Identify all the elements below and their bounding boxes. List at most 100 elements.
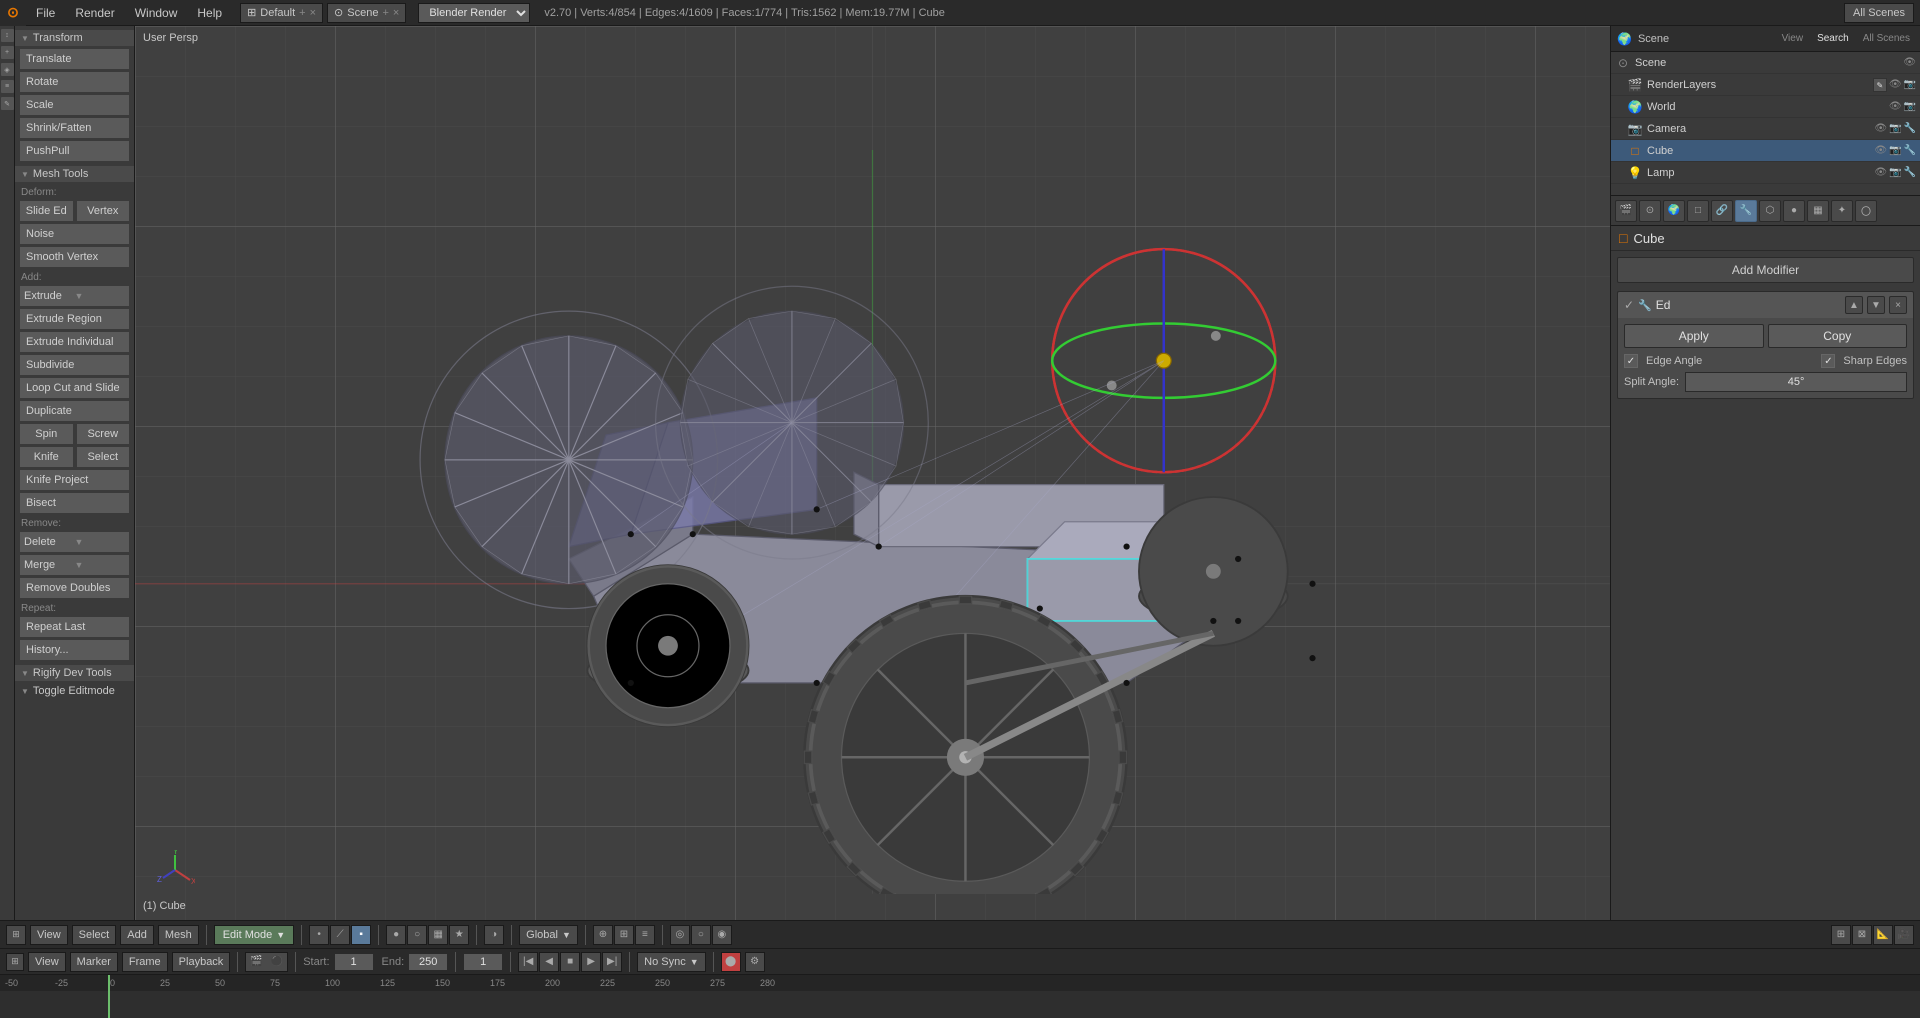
prop-data-icon[interactable]: ⬡ [1759,200,1781,222]
modifier-up-button[interactable]: ▲ [1845,296,1863,314]
remove-doubles-button[interactable]: Remove Doubles [19,577,130,599]
select-button[interactable]: Select [76,446,131,468]
prop-physics-icon[interactable]: 〇 [1855,200,1877,222]
translate-button[interactable]: Translate [19,48,130,70]
snap-type-btn[interactable]: ⊞ [614,925,634,945]
end-frame-input[interactable] [408,953,448,971]
outliner-world-row[interactable]: 🌍 World 👁 📷 [1611,96,1920,118]
layout-add[interactable]: + [299,7,305,19]
texture-view-btn[interactable]: ▦ [428,925,448,945]
prop-object-icon[interactable]: □ [1687,200,1709,222]
extrude-dropdown[interactable]: Extrude ▼ [19,285,130,307]
subdivide-button[interactable]: Subdivide [19,354,130,376]
prop-texture-icon[interactable]: ▦ [1807,200,1829,222]
select-menu-button[interactable]: Select [72,925,117,945]
scale-button[interactable]: Scale [19,94,130,116]
snap-options-btn[interactable]: ≡ [635,925,655,945]
menu-render[interactable]: Render [65,0,124,26]
outliner-renderlayers-row[interactable]: 🎬 RenderLayers ✎ 👁 📷 [1611,74,1920,96]
timeline-frame-btn[interactable]: Frame [122,952,168,972]
skip-last-btn[interactable]: ▶| [602,952,622,972]
play-back-btn[interactable]: ◀ [539,952,559,972]
shrink-fatten-button[interactable]: Shrink/Fatten [19,117,130,139]
menu-file[interactable]: File [26,0,65,26]
split-angle-input[interactable] [1685,372,1907,392]
face-select-mode[interactable]: ▪ [351,925,371,945]
cube-cam[interactable]: 📷 [1889,145,1901,156]
edit-mode-selector[interactable]: Edit Mode ▼ [214,925,294,945]
mesh-tools-section-header[interactable]: ▼ Mesh Tools [15,166,134,182]
lamp-cam[interactable]: 📷 [1889,167,1901,178]
cube-render[interactable]: 🔧 [1904,145,1916,156]
noise-button[interactable]: Noise [19,223,130,245]
3d-viewport[interactable]: User Persp [135,26,1610,920]
skip-first-btn[interactable]: |◀ [518,952,538,972]
all-scenes-button[interactable]: All Scenes [1844,3,1914,23]
camera-render[interactable]: 🔧 [1904,123,1916,134]
outliner-search-btn[interactable]: Search [1813,31,1853,46]
render-view-btn[interactable]: ★ [449,925,469,945]
transform-space-selector[interactable]: Global ▼ [519,925,578,945]
history-button[interactable]: History... [19,639,130,661]
smooth-vertex-button[interactable]: Smooth Vertex [19,246,130,268]
current-frame-input[interactable] [463,953,503,971]
viewport-type-icon[interactable]: ⊞ [6,925,26,945]
slide-ed-button[interactable]: Slide Ed [19,200,74,222]
prop-world-icon[interactable]: 🌍 [1663,200,1685,222]
cube-eye[interactable]: 👁 [1874,145,1887,156]
icon-shading-uvs[interactable]: ◈ [1,63,14,76]
knife-button[interactable]: Knife [19,446,74,468]
viewport-nav-4[interactable]: 🎥 [1894,925,1914,945]
auto-keying-btn[interactable]: ⚙ [745,952,765,972]
outliner-scene-row[interactable]: ⊙ Scene 👁 [1611,52,1920,74]
modifier-enable-checkbox[interactable]: ✓ [1624,298,1634,312]
rigify-section-header[interactable]: ▼ Rigify Dev Tools [15,665,134,681]
loop-cut-slide-button[interactable]: Loop Cut and Slide [19,377,130,399]
screen-layout-selector[interactable]: ⊞ Default + × [240,3,323,23]
mesh-menu-button[interactable]: Mesh [158,925,199,945]
prop-render-icon[interactable]: 🎬 [1615,200,1637,222]
icon-create[interactable]: + [1,46,14,59]
timeline-marker-btn[interactable]: Marker [70,952,118,972]
copy-button[interactable]: Copy [1768,324,1908,348]
edge-angle-checkbox[interactable] [1624,354,1638,368]
timeline-track[interactable] [0,991,1920,1018]
screw-button[interactable]: Screw [76,423,131,445]
knife-project-button[interactable]: Knife Project [19,469,130,491]
timeline-playback-btn[interactable]: Playback [172,952,231,972]
engine-selector[interactable]: Blender Render [418,3,530,23]
viewport-nav-1[interactable]: ⊞ [1831,925,1851,945]
proportional-btn[interactable]: ◎ [670,925,690,945]
viewport-nav-3[interactable]: 📐 [1873,925,1893,945]
duplicate-button[interactable]: Duplicate [19,400,130,422]
extrude-individual-button[interactable]: Extrude Individual [19,331,130,353]
camera-eye[interactable]: 👁 [1874,123,1887,134]
outliner-view-btn[interactable]: View [1778,31,1808,46]
add-modifier-button[interactable]: Add Modifier [1617,257,1914,283]
prop-modifier-icon[interactable]: 🔧 [1735,200,1757,222]
merge-dropdown[interactable]: Merge ▼ [19,554,130,576]
renderlayers-eye[interactable]: 👁 [1889,79,1902,90]
proportional-connected-btn[interactable]: ◉ [712,925,732,945]
outliner-lamp-row[interactable]: 💡 Lamp 👁 📷 🔧 [1611,162,1920,184]
extrude-region-button[interactable]: Extrude Region [19,308,130,330]
xray-btn[interactable]: ◑ [484,925,504,945]
menu-help[interactable]: Help [187,0,232,26]
stop-btn[interactable]: ■ [560,952,580,972]
view-menu-button[interactable]: View [30,925,68,945]
bisect-button[interactable]: Bisect [19,492,130,514]
play-btn[interactable]: ▶ [581,952,601,972]
icon-transform[interactable]: ↕ [1,29,14,42]
prop-particles-icon[interactable]: ✦ [1831,200,1853,222]
apply-button[interactable]: Apply [1624,324,1764,348]
scene-close[interactable]: × [393,7,399,19]
proportional-type-btn[interactable]: ○ [691,925,711,945]
sync-selector[interactable]: No Sync ▼ [637,952,706,972]
vertex-select-mode[interactable]: • [309,925,329,945]
menu-window[interactable]: Window [125,0,188,26]
rotate-button[interactable]: Rotate [19,71,130,93]
transform-section-header[interactable]: ▼ Transform [15,30,134,46]
sharp-edges-checkbox[interactable] [1821,354,1835,368]
outliner-all-scenes-btn[interactable]: All Scenes [1859,31,1914,46]
vertex-button[interactable]: Vertex [76,200,131,222]
